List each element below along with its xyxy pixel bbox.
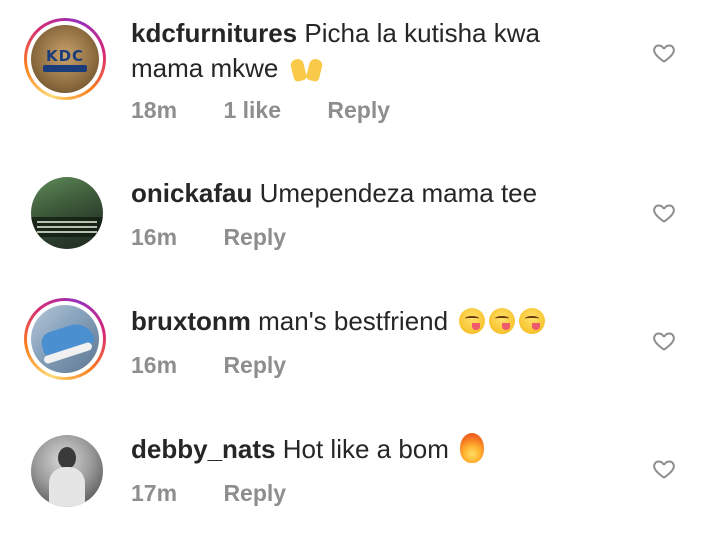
yum-face-icon bbox=[459, 308, 486, 334]
comment-body: bruxtonm man's bestfriend bbox=[131, 304, 601, 339]
comment-meta: 17m Reply bbox=[131, 478, 286, 508]
yum-face-icon bbox=[489, 308, 516, 334]
comment-meta: 16m Reply bbox=[131, 350, 286, 380]
comment-body: kdcfurnitures Picha la kutisha kwa mama … bbox=[131, 16, 601, 86]
comment-body: debby_nats Hot like a bom bbox=[131, 432, 601, 467]
comment-time: 16m bbox=[131, 352, 178, 378]
heart-icon[interactable] bbox=[652, 457, 676, 481]
comment-username[interactable]: debby_nats bbox=[131, 434, 276, 464]
raising-hands-icon bbox=[289, 55, 324, 83]
reply-button[interactable]: Reply bbox=[223, 350, 286, 380]
comment-body: onickafau Umependeza mama tee bbox=[131, 176, 601, 211]
comment-text: Hot like a bom bbox=[282, 434, 449, 464]
fire-icon bbox=[460, 433, 485, 463]
comment-time: 16m bbox=[131, 224, 178, 250]
comment-likes-count[interactable]: 1 like bbox=[223, 95, 281, 125]
avatar[interactable]: KDC bbox=[24, 18, 106, 100]
heart-icon[interactable] bbox=[652, 201, 676, 225]
comment-meta: 18m 1 like Reply bbox=[131, 95, 390, 125]
heart-icon[interactable] bbox=[652, 41, 676, 65]
comment-meta: 16m Reply bbox=[131, 222, 286, 252]
comment-time: 17m bbox=[131, 480, 178, 506]
comment-username[interactable]: onickafau bbox=[131, 178, 252, 208]
reply-button[interactable]: Reply bbox=[223, 222, 286, 252]
comment-text: man's bestfriend bbox=[258, 306, 449, 336]
comment-text: Umependeza mama tee bbox=[259, 178, 538, 208]
heart-icon[interactable] bbox=[652, 329, 676, 353]
avatar[interactable] bbox=[31, 177, 103, 249]
comment-username[interactable]: kdcfurnitures bbox=[131, 18, 297, 48]
avatar-logo-banner bbox=[43, 65, 87, 72]
comment-username[interactable]: bruxtonm bbox=[131, 306, 251, 336]
yum-face-icon bbox=[519, 308, 546, 334]
reply-button[interactable]: Reply bbox=[327, 95, 390, 125]
avatar[interactable] bbox=[31, 435, 103, 507]
avatar-logo-text: KDC bbox=[45, 47, 85, 65]
comment-time: 18m bbox=[131, 97, 178, 123]
reply-button[interactable]: Reply bbox=[223, 478, 286, 508]
avatar[interactable] bbox=[24, 298, 106, 380]
